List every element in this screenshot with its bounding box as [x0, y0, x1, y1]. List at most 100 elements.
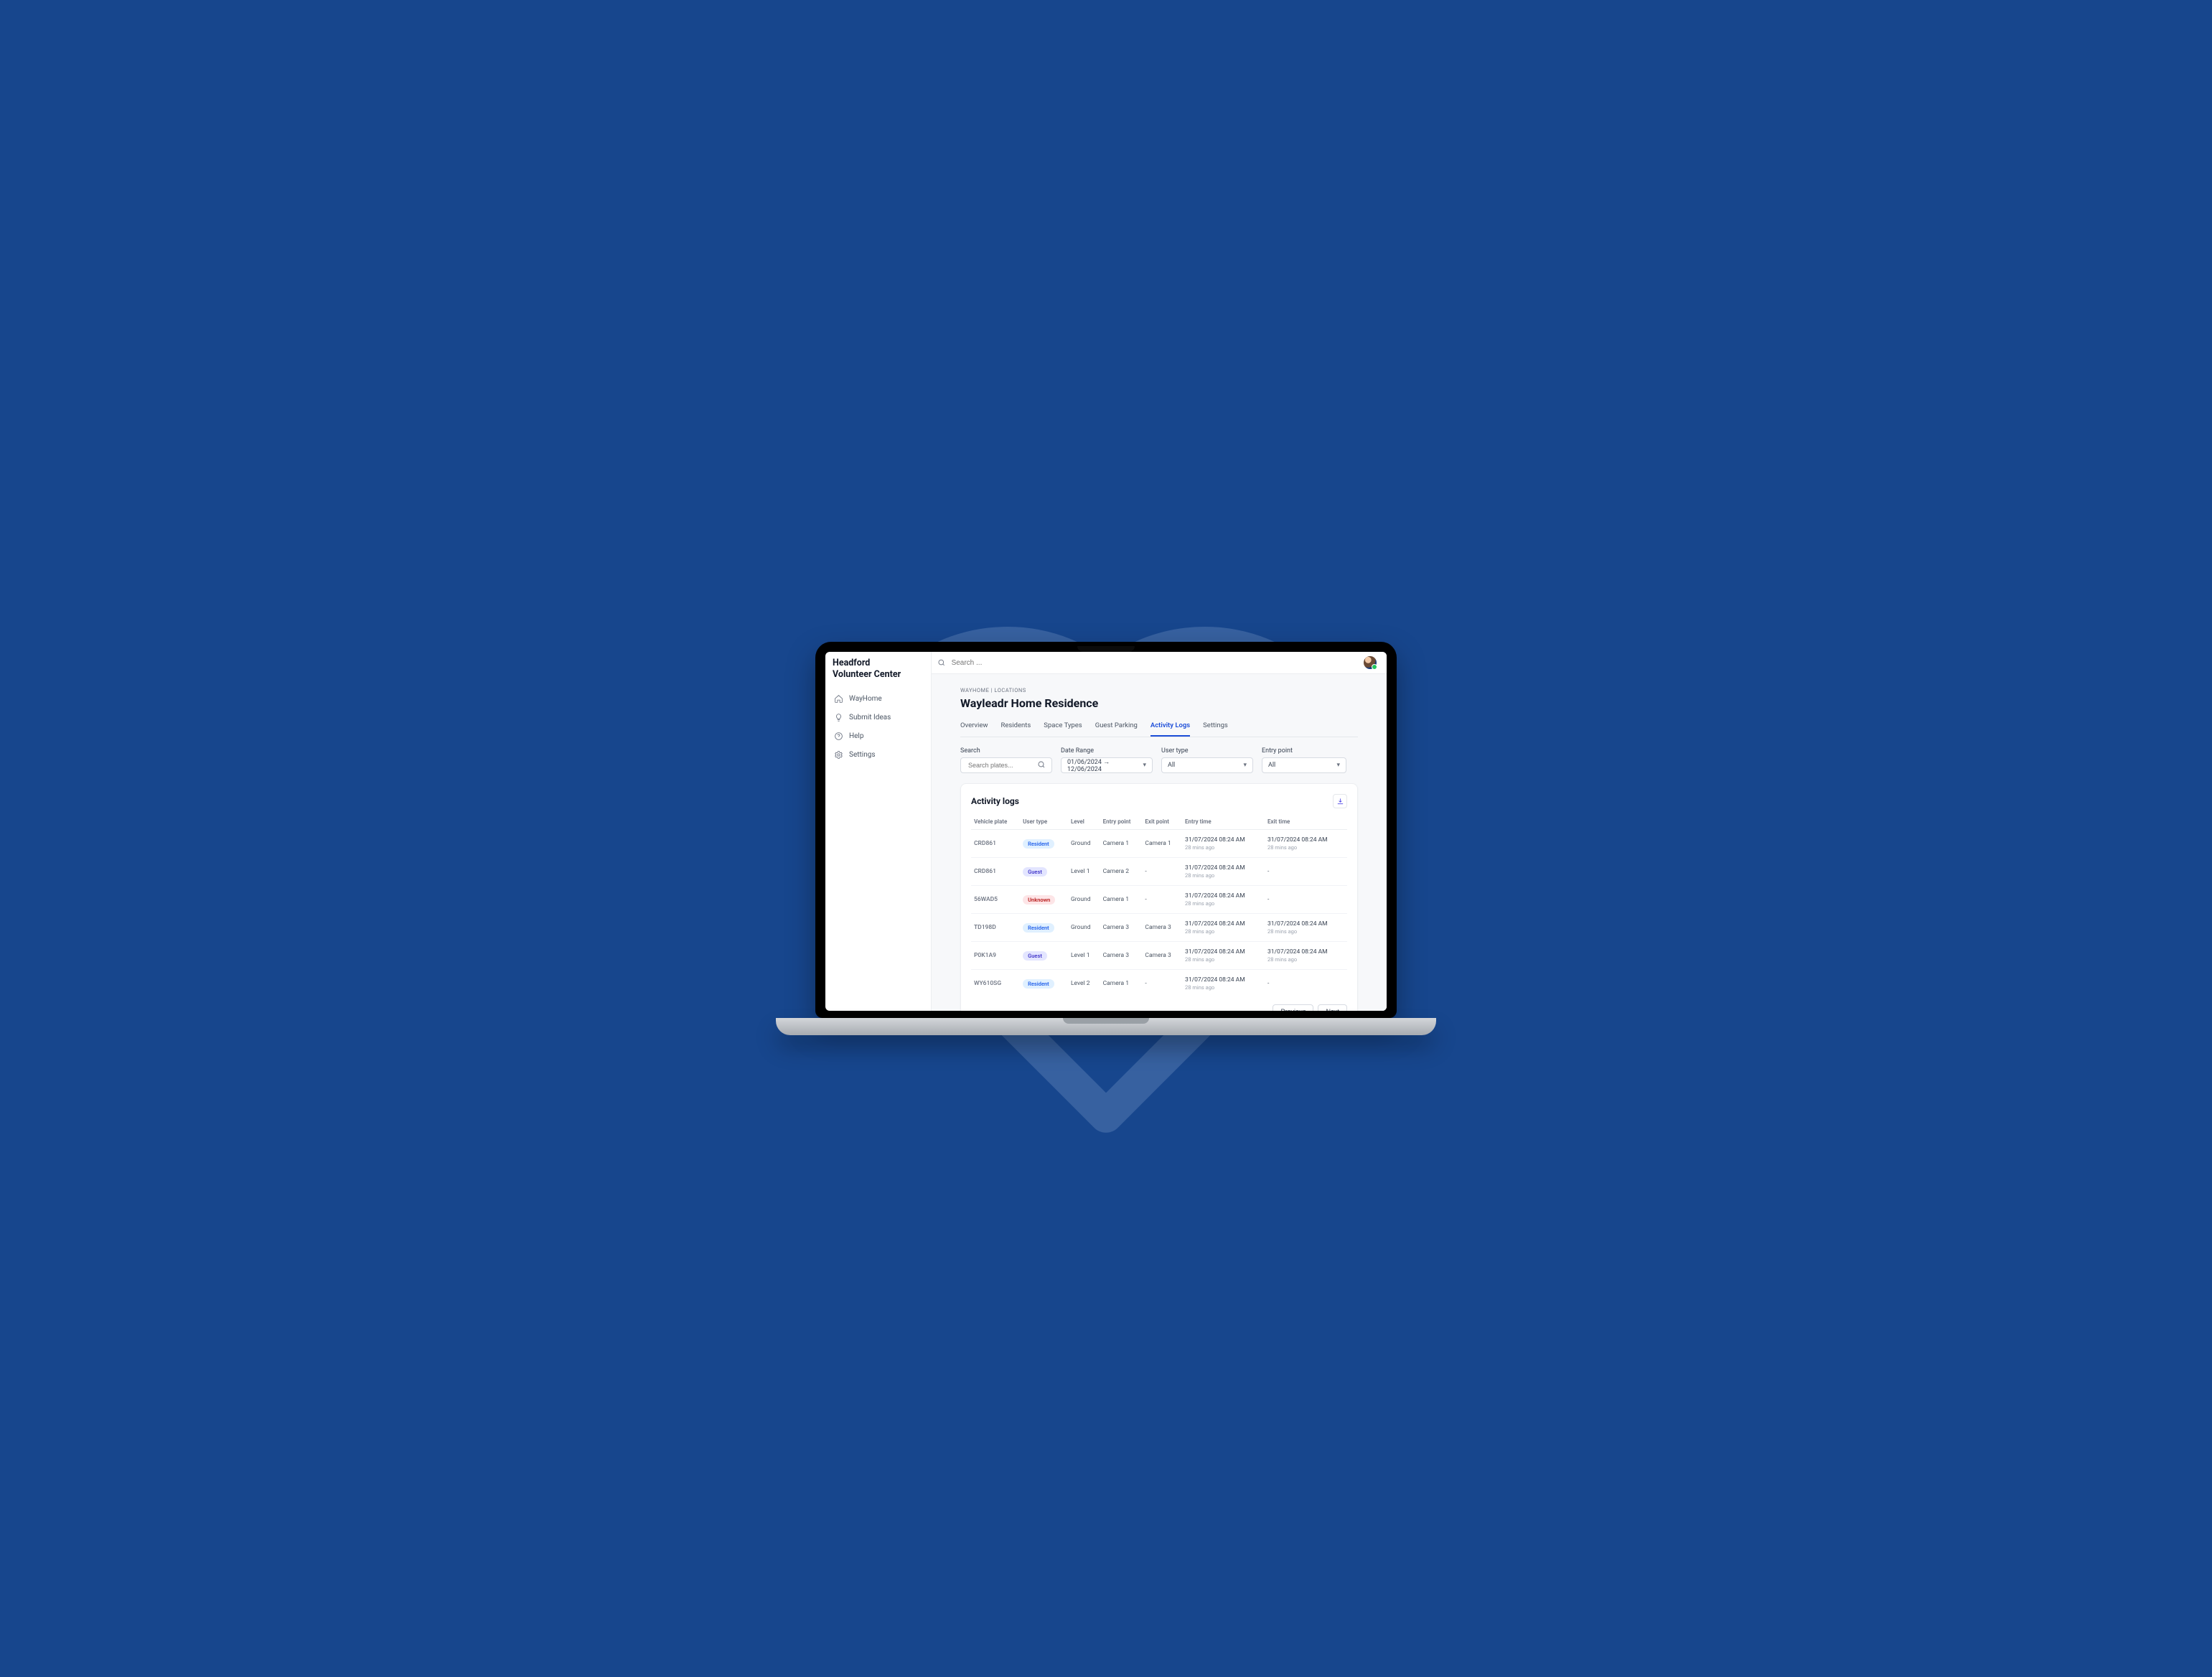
cell-user-type: Resident [1020, 970, 1068, 998]
tab-activity-logs[interactable]: Activity Logs [1150, 717, 1190, 737]
laptop-body: Headford Volunteer Center WayHome Sub [815, 642, 1397, 1018]
home-icon [834, 694, 843, 704]
cell-exit-time: - [1265, 886, 1347, 914]
filter-date-range: Date Range 01/06/2024 → 12/06/2024 ▾ [1061, 747, 1153, 773]
sidebar: Headford Volunteer Center WayHome Sub [825, 652, 932, 1011]
cell-plate: TD198D [971, 914, 1020, 942]
table-row: P0K1A9GuestLevel 1Camera 3Camera 331/07/… [971, 942, 1347, 970]
cell-exit: - [1142, 886, 1182, 914]
tab-overview[interactable]: Overview [960, 717, 988, 737]
brand-title: Headford Volunteer Center [833, 658, 924, 680]
table-row: 56WAD5UnknownGroundCamera 1-31/07/2024 0… [971, 886, 1347, 914]
col-entry-point: Entry point [1100, 814, 1143, 830]
cell-level: Level 2 [1068, 970, 1100, 998]
table-row: CRD861GuestLevel 1Camera 2-31/07/2024 08… [971, 858, 1347, 886]
sidebar-item-submit-ideas[interactable]: Submit Ideas [833, 709, 924, 727]
cell-exit-time: 31/07/2024 08:24 AM28 mins ago [1265, 942, 1347, 970]
cell-entry-time: 31/07/2024 08:24 AM28 mins ago [1182, 886, 1265, 914]
cell-user-type: Resident [1020, 830, 1068, 858]
cell-plate: 56WAD5 [971, 886, 1020, 914]
cell-entry-time: 31/07/2024 08:24 AM28 mins ago [1182, 914, 1265, 942]
search-plates-control[interactable] [960, 757, 1052, 773]
filter-label: Date Range [1061, 747, 1153, 755]
tab-space-types[interactable]: Space Types [1044, 717, 1082, 737]
tab-residents[interactable]: Residents [1001, 717, 1031, 737]
cell-entry: Camera 3 [1100, 914, 1143, 942]
cell-entry: Camera 2 [1100, 858, 1143, 886]
laptop-mockup: Headford Volunteer Center WayHome Sub [815, 642, 1397, 1035]
tabs: Overview Residents Space Types Guest Par… [960, 717, 1358, 737]
download-icon [1336, 798, 1344, 805]
date-range-select[interactable]: 01/06/2024 → 12/06/2024 ▾ [1061, 757, 1153, 773]
cell-entry: Camera 1 [1100, 886, 1143, 914]
page-title: Wayleadr Home Residence [960, 696, 1358, 710]
cell-plate: CRD861 [971, 858, 1020, 886]
table-row: WY610SGResidentLevel 2Camera 1-31/07/202… [971, 970, 1347, 998]
chevron-down-icon: ▾ [1243, 762, 1247, 769]
col-exit-time: Exit time [1265, 814, 1347, 830]
global-search-input[interactable] [950, 658, 1358, 668]
cell-level: Ground [1068, 830, 1100, 858]
topbar [932, 652, 1387, 674]
search-icon [937, 658, 946, 667]
pagination: Previous Next [971, 1004, 1347, 1011]
chevron-down-icon: ▾ [1336, 762, 1340, 769]
tab-settings[interactable]: Settings [1203, 717, 1228, 737]
cell-plate: WY610SG [971, 970, 1020, 998]
user-type-select[interactable]: All ▾ [1161, 757, 1253, 773]
cell-exit-time: 31/07/2024 08:24 AM28 mins ago [1265, 914, 1347, 942]
table-row: TD198DResidentGroundCamera 3Camera 331/0… [971, 914, 1347, 942]
cell-user-type: Unknown [1020, 886, 1068, 914]
cell-entry: Camera 3 [1100, 942, 1143, 970]
next-button[interactable]: Next [1318, 1004, 1347, 1011]
cell-level: Level 1 [1068, 942, 1100, 970]
user-type-badge: Resident [1023, 923, 1054, 933]
user-type-value: All [1168, 762, 1175, 769]
main: WAYHOME | LOCATIONS Wayleadr Home Reside… [932, 652, 1387, 1011]
col-entry-time: Entry time [1182, 814, 1265, 830]
previous-button[interactable]: Previous [1273, 1004, 1313, 1011]
filter-label: User type [1161, 747, 1253, 755]
user-type-badge: Resident [1023, 839, 1054, 849]
col-exit-point: Exit point [1142, 814, 1182, 830]
cell-user-type: Guest [1020, 942, 1068, 970]
sidebar-item-label: Submit Ideas [849, 714, 891, 721]
cell-entry: Camera 1 [1100, 830, 1143, 858]
cell-plate: P0K1A9 [971, 942, 1020, 970]
cell-entry-time: 31/07/2024 08:24 AM28 mins ago [1182, 830, 1265, 858]
filter-search: Search [960, 747, 1052, 773]
breadcrumb: WAYHOME | LOCATIONS [960, 687, 1358, 693]
table-header-row: Vehicle plate User type Level Entry poin… [971, 814, 1347, 830]
date-range-value: 01/06/2024 → 12/06/2024 [1067, 758, 1138, 773]
filter-user-type: User type All ▾ [1161, 747, 1253, 773]
search-plates-input[interactable] [967, 761, 1033, 770]
col-vehicle-plate: Vehicle plate [971, 814, 1020, 830]
avatar[interactable] [1364, 656, 1377, 669]
tab-guest-parking[interactable]: Guest Parking [1095, 717, 1138, 737]
user-type-badge: Guest [1023, 867, 1047, 877]
brand-line-2: Volunteer Center [833, 669, 924, 681]
global-search[interactable] [937, 658, 1358, 668]
filter-entry-point: Entry point All ▾ [1262, 747, 1346, 773]
cell-exit: Camera 1 [1142, 830, 1182, 858]
filters: Search Date Range [960, 747, 1358, 773]
cell-user-type: Guest [1020, 858, 1068, 886]
table-row: CRD861ResidentGroundCamera 1Camera 131/0… [971, 830, 1347, 858]
sidebar-item-label: Help [849, 732, 863, 740]
cell-exit: Camera 3 [1142, 914, 1182, 942]
sidebar-item-settings[interactable]: Settings [833, 746, 924, 765]
gear-icon [834, 750, 843, 760]
sidebar-item-wayhome[interactable]: WayHome [833, 690, 924, 709]
download-button[interactable] [1333, 794, 1347, 808]
laptop-base [776, 1018, 1436, 1035]
entry-point-value: All [1268, 762, 1275, 769]
sidebar-item-label: WayHome [849, 695, 882, 703]
entry-point-select[interactable]: All ▾ [1262, 757, 1346, 773]
cell-user-type: Resident [1020, 914, 1068, 942]
sidebar-item-help[interactable]: Help [833, 727, 924, 746]
lightbulb-icon [834, 713, 843, 722]
filter-label: Entry point [1262, 747, 1346, 755]
cell-exit-time: 31/07/2024 08:24 AM28 mins ago [1265, 830, 1347, 858]
cell-plate: CRD861 [971, 830, 1020, 858]
activity-logs-table: Vehicle plate User type Level Entry poin… [971, 814, 1347, 997]
